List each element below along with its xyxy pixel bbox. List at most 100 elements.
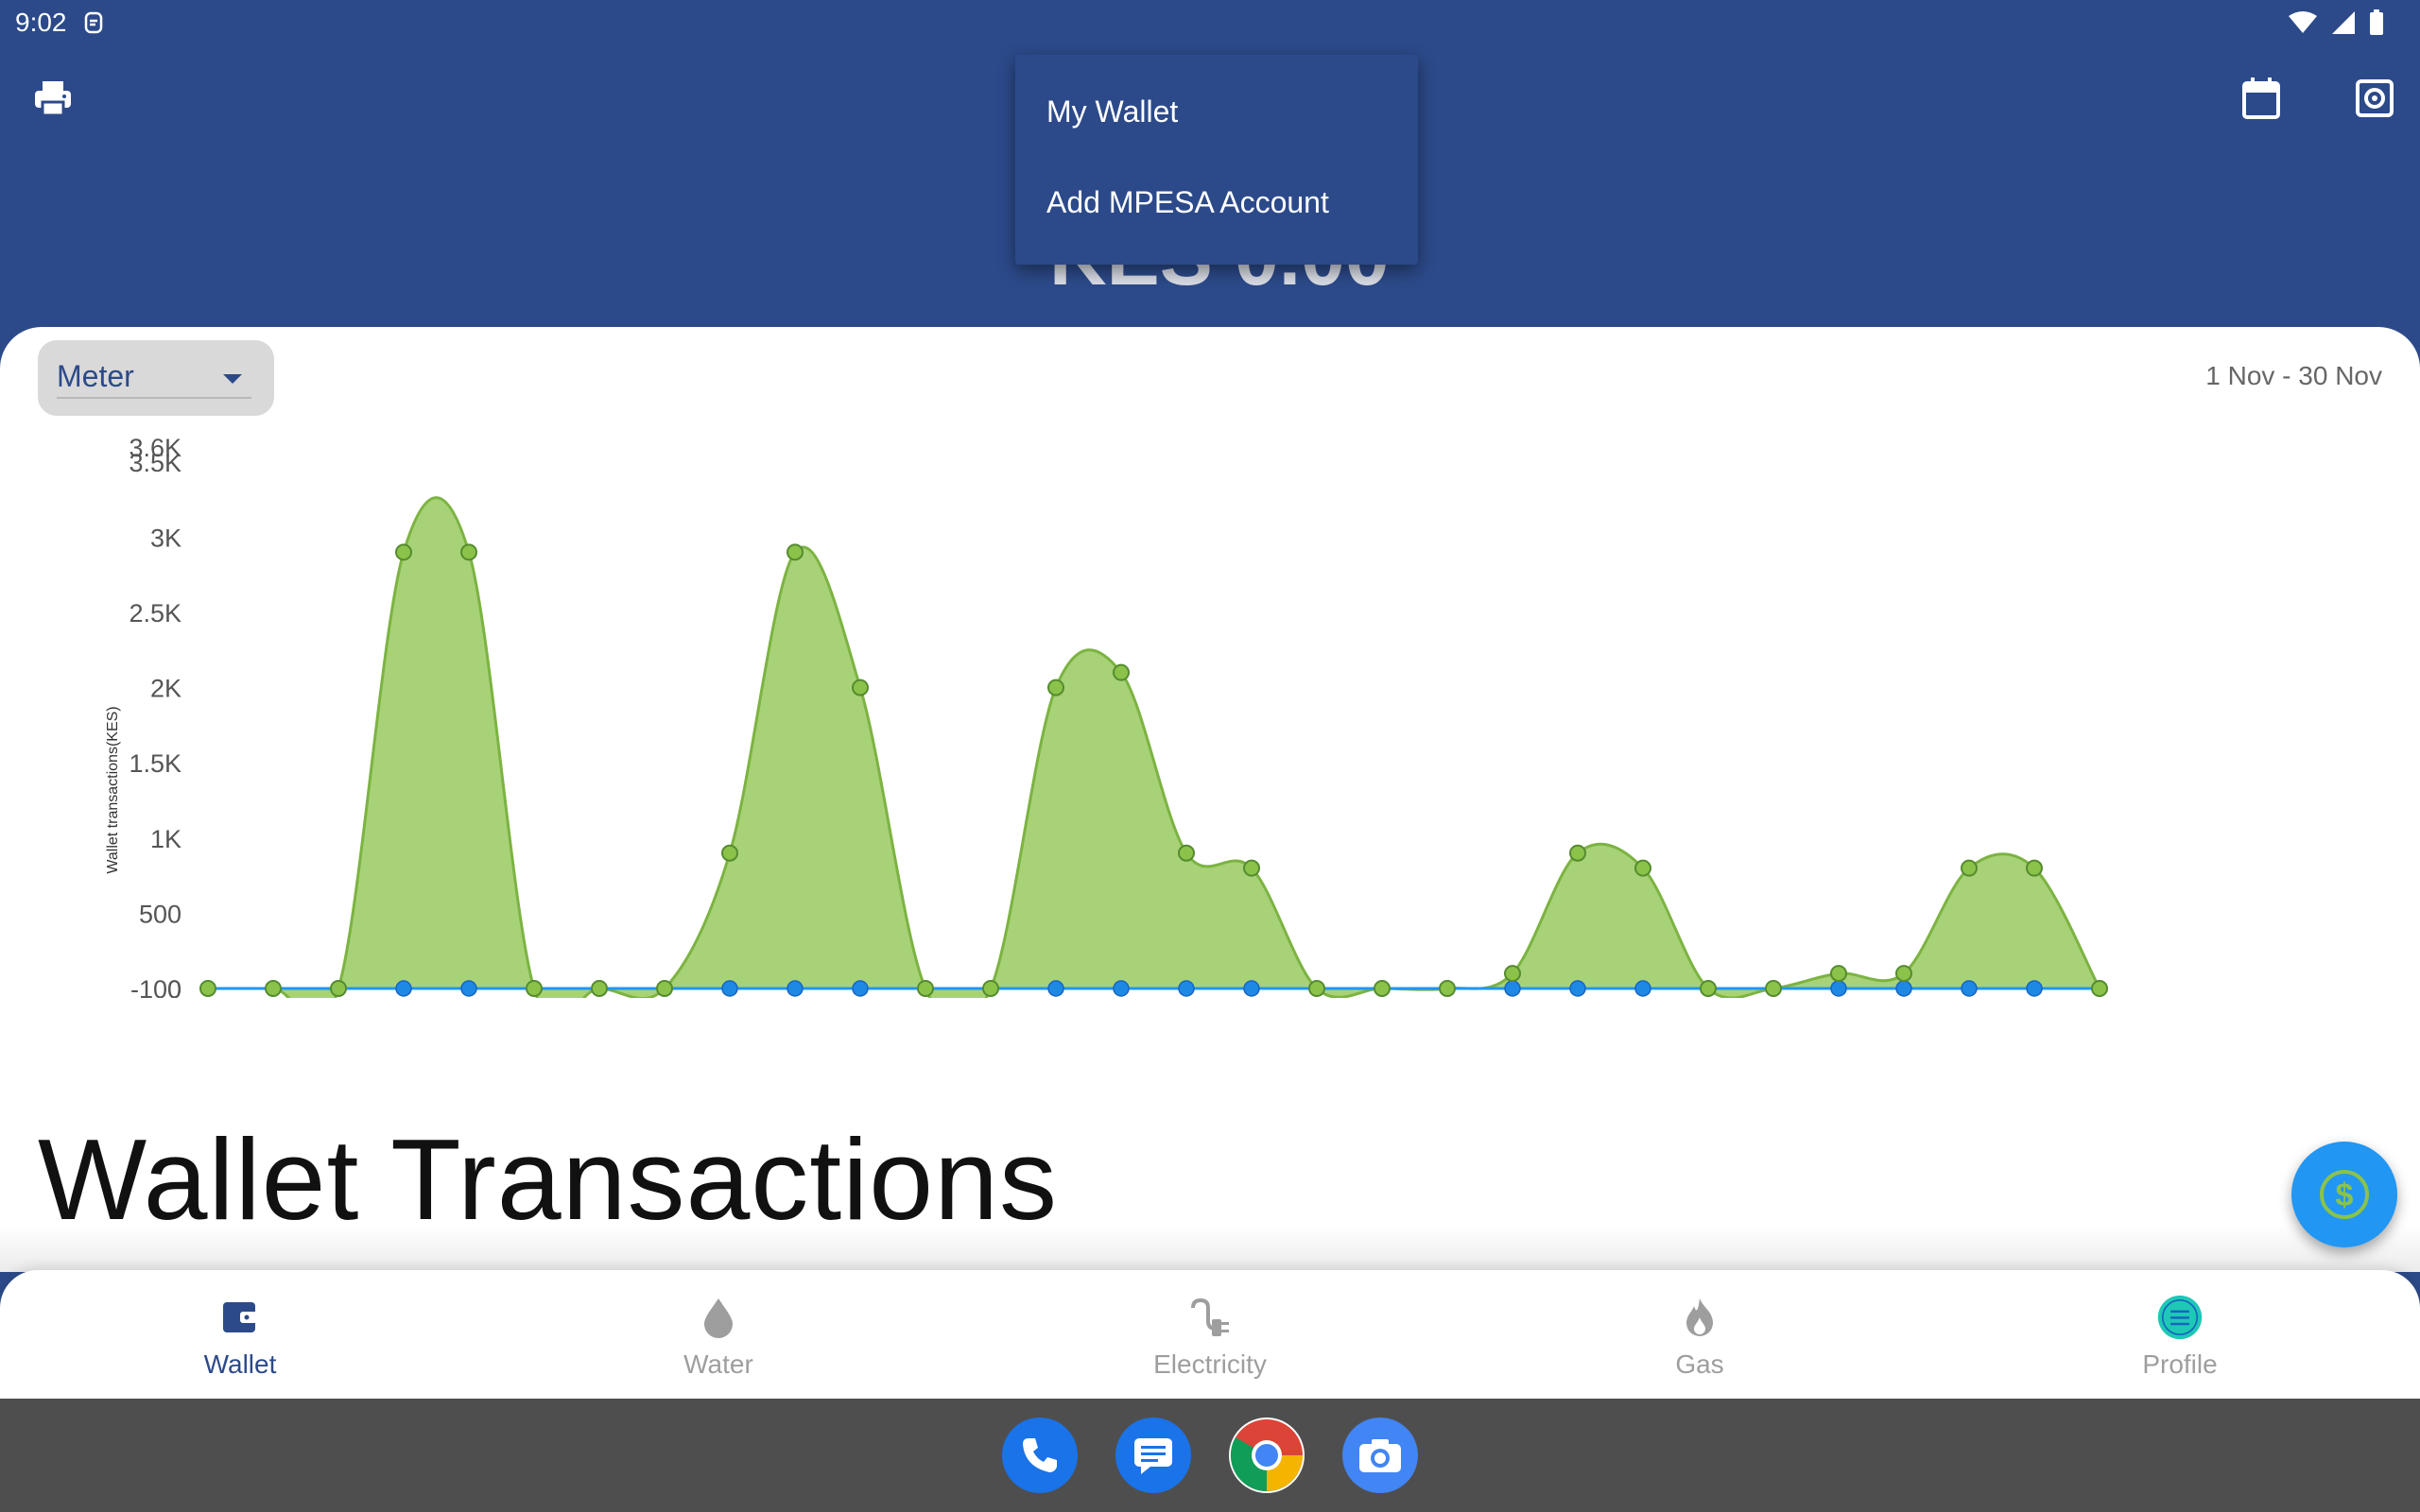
wallet-icon [217,1295,263,1340]
caret-down-icon [223,374,242,384]
series-a-point [982,980,999,997]
dropdown-underline [57,397,251,399]
bottom-navigation: Wallet Water Electricity Gas Profile [0,1270,2420,1399]
wifi-icon [2289,11,2317,33]
messages-icon [1134,1438,1172,1474]
y-tick-label: 1K [150,825,182,853]
calendar-icon [2242,77,2280,119]
series-a-point [526,980,543,997]
series-a-point [1178,844,1195,862]
account-menu: My Wallet Add MPESA Account [1015,55,1418,265]
nav-profile[interactable]: Profile [2038,1270,2322,1399]
nav-gas-label: Gas [1675,1349,1724,1379]
camera-app[interactable] [1342,1418,1418,1493]
y-tick-label: 500 [139,900,182,928]
series-a-point [1569,844,1586,862]
series-a-point [1895,965,1912,983]
nav-electricity-label: Electricity [1153,1349,1267,1379]
series-a-point [1374,980,1391,997]
series-a-point [656,980,673,997]
nav-water[interactable]: Water [577,1270,860,1399]
series-b-point [1504,980,1521,997]
nav-water-label: Water [683,1349,753,1379]
menu-item-add-mpesa-account[interactable]: Add MPESA Account [1015,157,1418,248]
dollar-circle-icon: $ [2320,1170,2369,1219]
series-a-point [591,980,608,997]
series-a-point [395,543,412,561]
menu-item-my-wallet[interactable]: My Wallet [1015,66,1418,157]
series-a-point [1047,679,1064,696]
series-b-point [1243,980,1260,997]
series-a-point [786,543,804,561]
series-b-point [1634,980,1651,997]
chrome-icon [1230,1419,1303,1492]
meter-dropdown[interactable]: Meter [38,340,274,416]
nav-profile-label: Profile [2142,1349,2218,1379]
water-drop-icon [696,1295,741,1340]
series-b-point [1047,980,1064,997]
series-a-area [208,497,2100,998]
camera-icon [1359,1439,1401,1472]
status-time: 9:02 [15,8,67,37]
y-tick-label: 1.5K [129,749,182,778]
series-a-point [1308,980,1325,997]
series-a-point [721,844,738,862]
series-b-point [395,980,412,997]
pay-button[interactable]: $ [2291,1142,2397,1247]
signal-icon [2332,11,2355,34]
series-a-point [2026,859,2043,877]
chrome-app[interactable] [1229,1418,1305,1493]
phone-icon [1023,1438,1057,1472]
settings-box-icon [2356,79,2394,117]
y-tick-label: 2.5K [129,599,182,627]
calendar-button[interactable] [2231,68,2291,129]
series-a-point [852,679,869,696]
transactions-chart: 3.6K3.5K3K2.5K2K1.5K1K5000-100Wallet tra… [105,434,2108,998]
battery-icon [2370,9,2383,35]
series-b-point [1113,980,1130,997]
y-tick-label: 2K [150,675,182,703]
print-button[interactable] [23,68,83,129]
series-a-point [199,980,216,997]
plug-icon [1187,1295,1233,1340]
series-a-point [1243,859,1260,877]
series-a-point [1700,980,1717,997]
series-b-point [852,980,869,997]
messages-app[interactable] [1115,1418,1191,1493]
series-a-point [1113,663,1130,681]
nav-electricity[interactable]: Electricity [1068,1270,1352,1399]
series-a-point [1765,980,1782,997]
notification-icon [84,11,103,34]
y-tick-label: 3K [150,524,182,552]
series-b-point [721,980,738,997]
series-b-point [1569,980,1586,997]
meter-dropdown-value: Meter [57,359,134,393]
y-axis-label: Wallet transactions(KES) [105,706,121,873]
status-icons [2288,9,2384,36]
phone-app[interactable] [1002,1418,1078,1493]
nav-wallet[interactable]: Wallet [98,1270,382,1399]
y-tick-label: 3.5K [129,449,182,477]
svg-text:$: $ [2336,1177,2354,1213]
series-a-point [1961,859,1978,877]
series-b-point [1830,980,1847,997]
series-a-point [1504,965,1521,983]
menu-icon [2157,1295,2203,1340]
series-a-point [1634,859,1651,877]
series-a-point [460,543,477,561]
series-b-point [786,980,804,997]
nav-wallet-label: Wallet [203,1349,277,1379]
series-b-point [460,980,477,997]
status-bar: 9:02 [0,0,2420,47]
date-range-label: 1 Nov - 30 Nov [2205,361,2382,390]
series-a-point [265,980,282,997]
print-icon [35,81,71,117]
series-a-point [1439,980,1456,997]
flame-icon [1677,1295,1722,1340]
settings-button[interactable] [2344,68,2405,129]
series-b-point [2026,980,2043,997]
system-dock [0,1399,2420,1512]
nav-gas[interactable]: Gas [1558,1270,1841,1399]
scroll-shadow [0,1225,2420,1272]
series-a-point [330,980,347,997]
